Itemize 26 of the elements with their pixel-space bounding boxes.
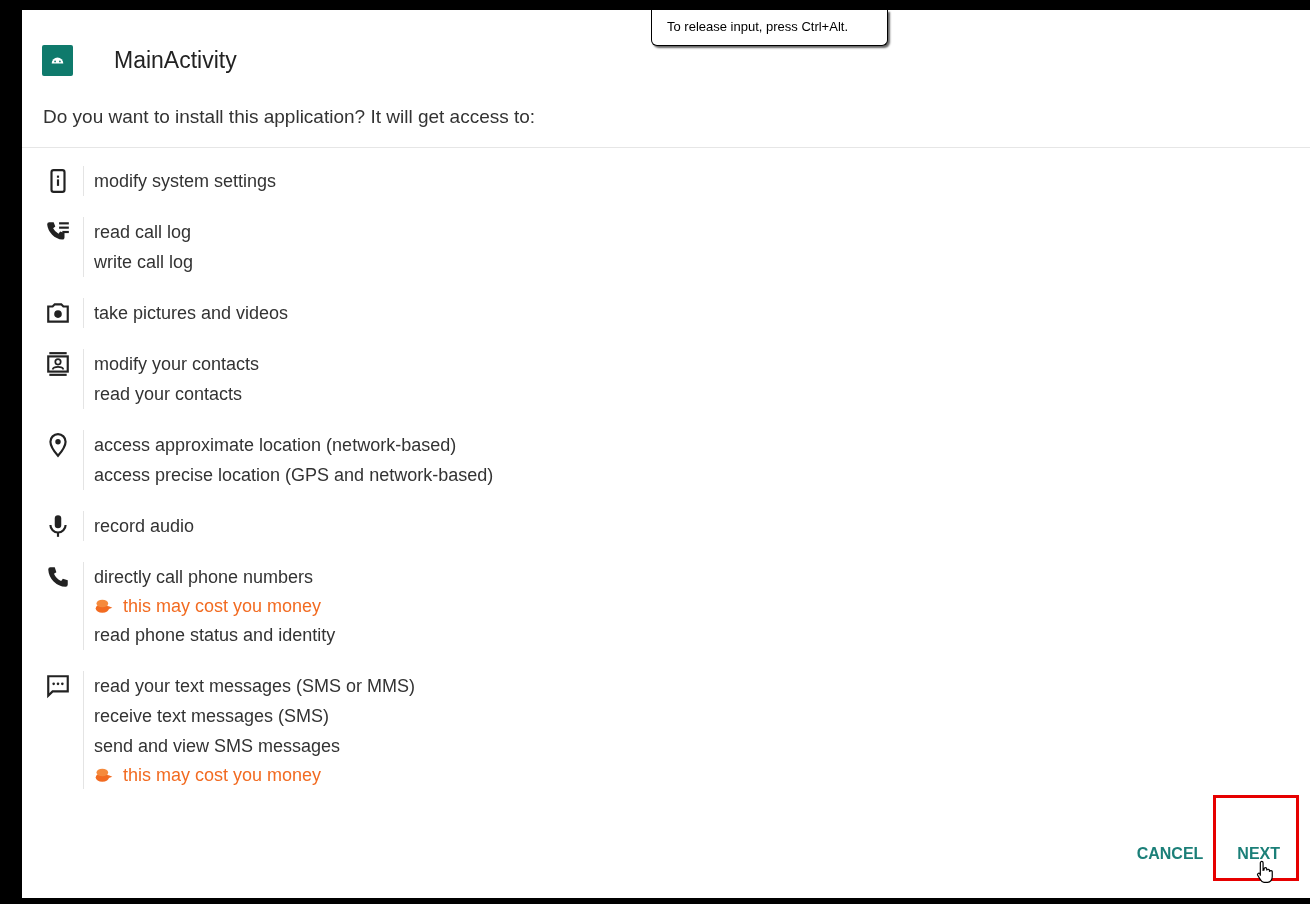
permission-text: access approximate location (network-based) bbox=[94, 434, 458, 457]
permission-text: receive text messages (SMS) bbox=[94, 705, 331, 728]
permission-text: modify your contacts bbox=[94, 353, 260, 376]
permission-text: read phone status and identity bbox=[94, 624, 336, 647]
permission-text: record audio bbox=[94, 515, 195, 538]
app-icon bbox=[42, 45, 73, 76]
camera-icon bbox=[45, 300, 71, 326]
permission-text: modify system settings bbox=[94, 170, 277, 193]
warning-text: this may cost you money bbox=[123, 595, 322, 618]
message-icon bbox=[45, 673, 71, 699]
permission-text: read your text messages (SMS or MMS) bbox=[94, 675, 416, 698]
permission-text: read your contacts bbox=[94, 383, 244, 406]
permission-text: take pictures and videos bbox=[94, 302, 289, 325]
permission-text: access precise location (GPS and network-based) bbox=[94, 464, 494, 487]
dialog-button[interactable]: CANCEL bbox=[1126, 837, 1214, 871]
dialog-title: MainActivity bbox=[114, 47, 237, 74]
tooltip: To release input, press Ctrl+Alt. bbox=[651, 10, 888, 46]
contacts-icon bbox=[45, 351, 71, 377]
warning-text: this may cost you money bbox=[123, 764, 322, 787]
phone-icon bbox=[45, 564, 71, 590]
prompt-text: Do you want to install this application? It will get access to: bbox=[42, 105, 537, 129]
permission-text: send and view SMS messages bbox=[94, 735, 342, 758]
dialog-button[interactable]: NEXT bbox=[1227, 837, 1290, 871]
permission-text: write call log bbox=[94, 251, 194, 274]
permission-text: read call log bbox=[94, 221, 193, 244]
permission-text: directly call phone numbers bbox=[94, 566, 315, 589]
